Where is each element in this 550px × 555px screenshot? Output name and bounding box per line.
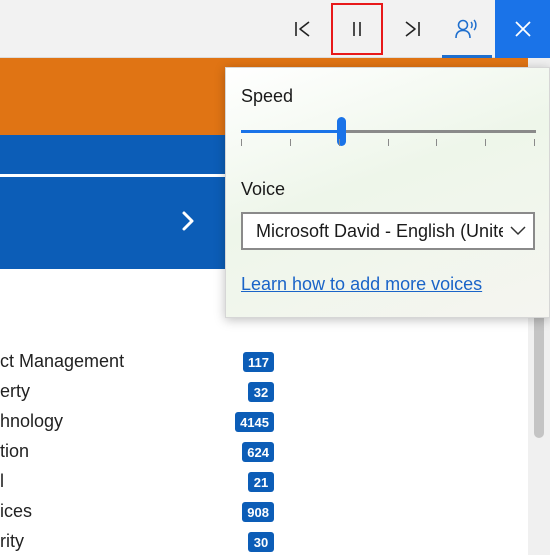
- slider-tick: [388, 139, 389, 146]
- slider-tick: [485, 139, 486, 146]
- category-count-badge: 21: [248, 472, 274, 492]
- learn-more-voices-link[interactable]: Learn how to add more voices: [241, 274, 482, 295]
- slider-tick: [290, 139, 291, 146]
- slider-track-remaining: [341, 130, 536, 133]
- category-name[interactable]: tion: [0, 441, 29, 462]
- pause-icon: [353, 22, 361, 36]
- category-count-badge: 32: [248, 382, 274, 402]
- pause-button[interactable]: [331, 3, 383, 55]
- category-row[interactable]: hnology 4145: [0, 408, 290, 438]
- category-count-badge: 30: [248, 532, 274, 552]
- category-name[interactable]: erty: [0, 381, 30, 402]
- chevron-down-icon: [503, 214, 533, 248]
- voice-settings-icon: [455, 19, 477, 39]
- category-name[interactable]: ices: [0, 501, 32, 522]
- slider-tick: [241, 139, 242, 146]
- category-name[interactable]: rity: [0, 531, 24, 552]
- category-row[interactable]: ct Management 117: [0, 348, 290, 378]
- voice-settings-panel: Speed Voice Microsoft David - English (U…: [225, 67, 550, 318]
- category-count-badge: 4145: [235, 412, 274, 432]
- previous-paragraph-button[interactable]: [277, 3, 329, 55]
- close-icon: [514, 21, 531, 37]
- category-row[interactable]: erty 32: [0, 378, 290, 408]
- category-row[interactable]: l 21: [0, 468, 290, 498]
- category-list: ct Management 117 erty 32 hnology 4145 tion 624…: [0, 348, 290, 555]
- chevron-right-icon[interactable]: [178, 206, 198, 236]
- skip-previous-icon: [295, 21, 310, 37]
- speed-label: Speed: [241, 86, 294, 106]
- category-row[interactable]: tion 624: [0, 438, 290, 468]
- voice-settings-button[interactable]: [440, 0, 494, 58]
- slider-track-fill: [241, 130, 341, 133]
- voice-label: Voice: [241, 179, 286, 199]
- slider-tick: [436, 139, 437, 146]
- voice-select-value: Microsoft David - English (United States…: [256, 220, 503, 241]
- voice-select[interactable]: Microsoft David - English (United States…: [241, 212, 535, 250]
- category-row[interactable]: rity 30: [0, 528, 290, 555]
- next-paragraph-button[interactable]: [386, 3, 438, 55]
- speed-slider[interactable]: [241, 117, 536, 146]
- category-name[interactable]: hnology: [0, 411, 63, 432]
- slider-tick: [339, 139, 340, 146]
- category-row[interactable]: ices 908: [0, 498, 290, 528]
- category-count-badge: 624: [242, 442, 274, 462]
- category-name[interactable]: ct Management: [0, 351, 124, 372]
- read-aloud-toolbar: [0, 0, 550, 58]
- slider-tick: [534, 139, 535, 146]
- category-name[interactable]: l: [0, 471, 4, 492]
- category-count-badge: 908: [242, 502, 274, 522]
- skip-next-icon: [405, 21, 420, 37]
- category-count-badge: 117: [243, 352, 274, 372]
- close-read-aloud-button[interactable]: [495, 0, 550, 58]
